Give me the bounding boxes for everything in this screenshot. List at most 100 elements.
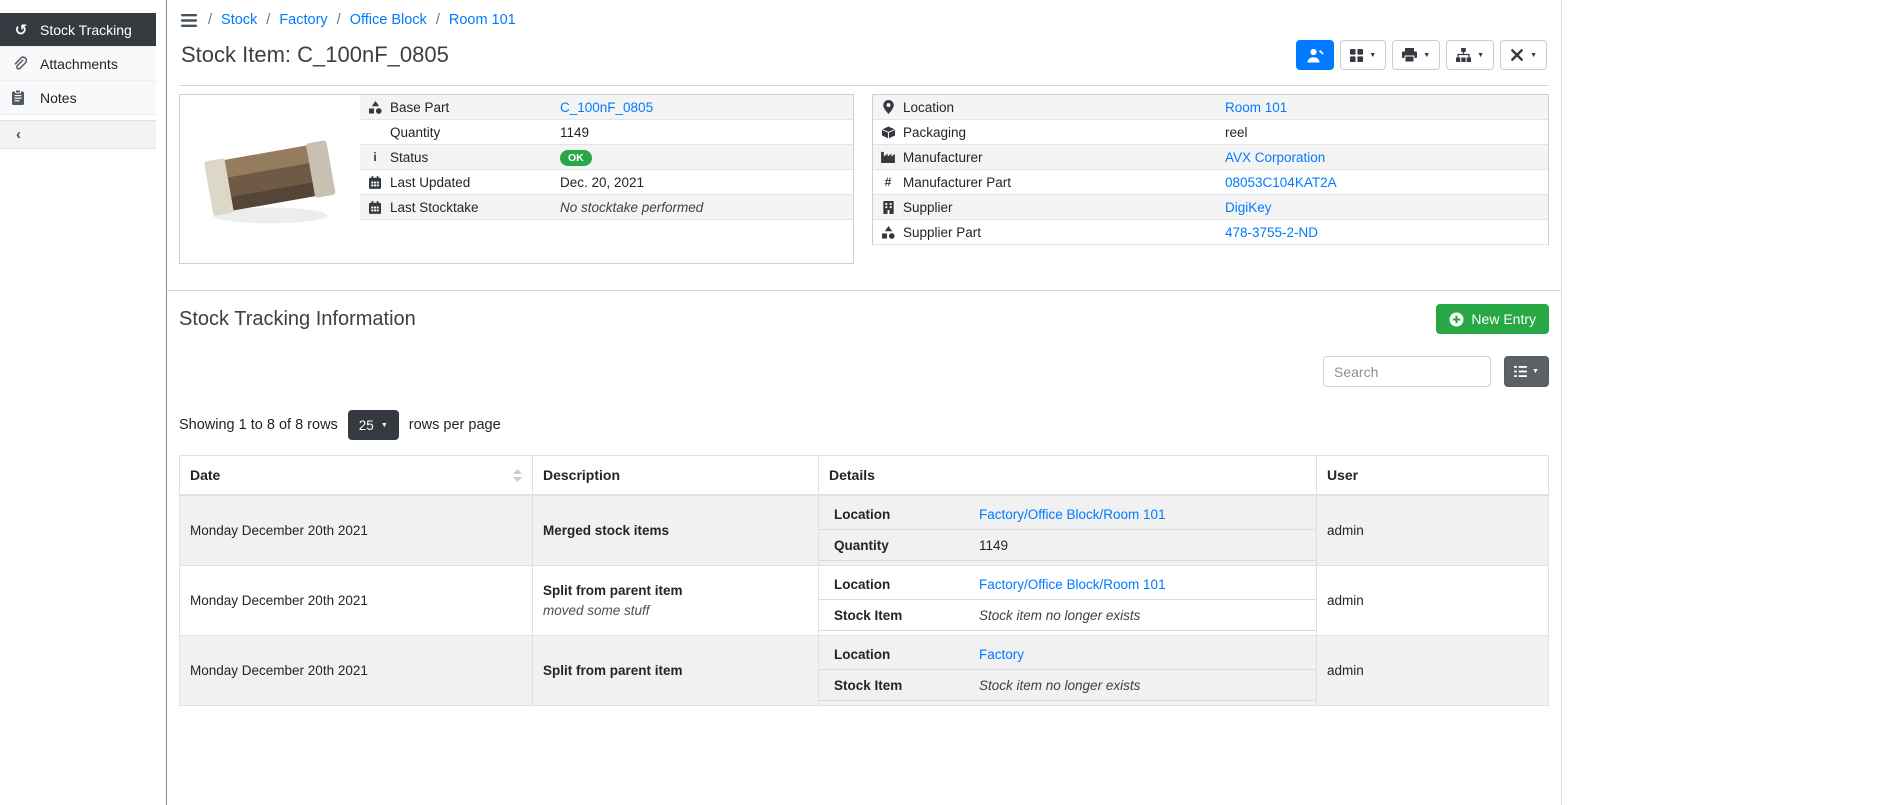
- table-row: Monday December 20th 2021 Merged stock i…: [180, 495, 1549, 566]
- breadcrumb-link-stock[interactable]: Stock: [221, 12, 257, 28]
- detail-sub-row: Location Factory: [819, 639, 1316, 670]
- main-content: / Stock / Factory / Office Block / Room …: [166, 0, 1562, 805]
- breadcrumb-link-office-block[interactable]: Office Block: [350, 12, 427, 28]
- supplier-part-link[interactable]: 478-3755-2-ND: [1225, 225, 1318, 240]
- breadcrumb-link-room-101[interactable]: Room 101: [449, 12, 516, 28]
- grid-icon: [1350, 49, 1363, 62]
- stock-actions-button[interactable]: ▼: [1446, 40, 1494, 70]
- industry-icon: [873, 151, 903, 163]
- details-cell: Location Factory/Office Block/Room 101 S…: [819, 566, 1317, 636]
- description-cell: Split from parent item moved some stuff: [533, 566, 819, 636]
- date-cell: Monday December 20th 2021: [180, 636, 533, 706]
- columns-button[interactable]: ▼: [1504, 356, 1549, 387]
- detail-row-manufacturer-part: # Manufacturer Part 08053C104KAT2A: [873, 170, 1548, 195]
- user-edit-icon: [1307, 48, 1324, 63]
- sidebar-item-notes[interactable]: Notes: [0, 81, 156, 115]
- tracking-section-title: Stock Tracking Information: [179, 308, 416, 331]
- location-link[interactable]: Factory/Office Block/Room 101: [979, 507, 1166, 522]
- manufacturer-part-link[interactable]: 08053C104KAT2A: [1225, 175, 1337, 190]
- search-input[interactable]: [1323, 356, 1491, 387]
- details-cell: Location Factory/Office Block/Room 101 Q…: [819, 495, 1317, 566]
- breadcrumb: / Stock / Factory / Office Block / Room …: [181, 12, 1549, 28]
- chevron-down-icon: ▼: [1530, 52, 1537, 59]
- detail-label: Status: [390, 150, 560, 165]
- sort-icon: [513, 469, 522, 482]
- column-label: Date: [190, 467, 220, 483]
- table-row: Monday December 20th 2021 Split from par…: [180, 566, 1549, 636]
- date-cell: Monday December 20th 2021: [180, 566, 533, 636]
- detail-label: Location: [903, 100, 1225, 115]
- detail-label: Base Part: [390, 100, 560, 115]
- base-part-link[interactable]: C_100nF_0805: [560, 100, 653, 115]
- breadcrumb-separator: /: [266, 12, 270, 28]
- column-header-details: Details: [819, 456, 1317, 496]
- detail-sub-value: 1149: [979, 538, 1301, 553]
- detail-label: Supplier Part: [903, 225, 1225, 240]
- column-header-user: User: [1317, 456, 1549, 496]
- chevron-down-icon: ▼: [381, 422, 388, 429]
- packaging-value: reel: [1225, 125, 1548, 140]
- detail-row-supplier-part: Supplier Part 478-3755-2-ND: [873, 220, 1548, 245]
- details-cell: Location Factory Stock Item Stock item n…: [819, 636, 1317, 706]
- part-thumbnail[interactable]: [180, 95, 360, 263]
- detail-row-quantity: Quantity 1149: [360, 120, 853, 145]
- item-sourcing-panel: Location Room 101 Packaging reel Manufac…: [872, 94, 1549, 245]
- location-link[interactable]: Factory: [979, 647, 1024, 662]
- user-cell: admin: [1317, 566, 1549, 636]
- detail-sub-label: Quantity: [834, 538, 979, 553]
- sidebar-item-label: Stock Tracking: [40, 22, 132, 38]
- detail-row-packaging: Packaging reel: [873, 120, 1548, 145]
- detail-sub-value: Stock item no longer exists: [979, 608, 1301, 623]
- building-icon: [873, 201, 903, 214]
- item-summary-table: Base Part C_100nF_0805 Quantity 1149 i S…: [360, 95, 853, 263]
- item-detail-panels: Base Part C_100nF_0805 Quantity 1149 i S…: [167, 86, 1561, 264]
- box-icon: [873, 126, 903, 139]
- pagination-info: Showing 1 to 8 of 8 rows 25 ▼ rows per p…: [167, 387, 1561, 453]
- table-header-row: Date Description Details User: [180, 456, 1549, 496]
- description-note: moved some stuff: [543, 603, 808, 618]
- showing-rows-text: Showing 1 to 8 of 8 rows: [179, 417, 338, 433]
- description-cell: Split from parent item: [533, 636, 819, 706]
- detail-label: Manufacturer Part: [903, 175, 1225, 190]
- detail-sub-label: Stock Item: [834, 608, 979, 623]
- sidebar-collapse-button[interactable]: ‹: [0, 120, 156, 149]
- breadcrumb-link-factory[interactable]: Factory: [279, 12, 327, 28]
- app-root: ↺ Stock Tracking Attachments Notes ‹: [0, 0, 1887, 805]
- chevron-down-icon: ▼: [1369, 52, 1376, 59]
- detail-sub-row: Location Factory/Office Block/Room 101: [819, 569, 1316, 600]
- detail-row-status: i Status OK: [360, 145, 853, 170]
- plus-circle-icon: [1449, 312, 1464, 327]
- page-size-value: 25: [359, 418, 374, 433]
- printer-icon: [1402, 48, 1417, 62]
- location-link[interactable]: Factory/Office Block/Room 101: [979, 577, 1166, 592]
- tracking-section-header: Stock Tracking Information New Entry: [167, 290, 1561, 346]
- detail-sub-label: Location: [834, 507, 979, 522]
- menu-icon[interactable]: [181, 14, 197, 27]
- print-options-button[interactable]: ▼: [1392, 40, 1440, 70]
- location-link[interactable]: Room 101: [1225, 100, 1287, 115]
- item-summary-panel: Base Part C_100nF_0805 Quantity 1149 i S…: [179, 94, 854, 264]
- sidebar-item-stock-tracking[interactable]: ↺ Stock Tracking: [0, 13, 156, 47]
- detail-sub-value: Stock item no longer exists: [979, 678, 1301, 693]
- page-size-select[interactable]: 25 ▼: [348, 410, 399, 440]
- supplier-link[interactable]: DigiKey: [1225, 200, 1272, 215]
- user-cell: admin: [1317, 636, 1549, 706]
- display-options-button[interactable]: ▼: [1340, 40, 1386, 70]
- chevron-left-icon: ‹: [16, 126, 21, 143]
- user-cell: admin: [1317, 495, 1549, 566]
- sidebar-item-attachments[interactable]: Attachments: [0, 47, 156, 81]
- sidebar-item-label: Attachments: [40, 56, 118, 72]
- stock-adjust-button[interactable]: ▼: [1500, 40, 1547, 70]
- detail-sub-label: Location: [834, 647, 979, 662]
- breadcrumb-separator: /: [208, 12, 212, 28]
- new-entry-button[interactable]: New Entry: [1436, 304, 1549, 334]
- manufacturer-link[interactable]: AVX Corporation: [1225, 150, 1325, 165]
- rows-per-page-text: rows per page: [409, 417, 501, 433]
- detail-label: Packaging: [903, 125, 1225, 140]
- detail-label: Manufacturer: [903, 150, 1225, 165]
- column-header-date[interactable]: Date: [180, 456, 533, 496]
- sidebar-item-label: Notes: [40, 90, 77, 106]
- last-updated-value: Dec. 20, 2021: [560, 175, 853, 190]
- user-edit-button[interactable]: [1296, 40, 1334, 70]
- hashtag-icon: #: [873, 175, 903, 189]
